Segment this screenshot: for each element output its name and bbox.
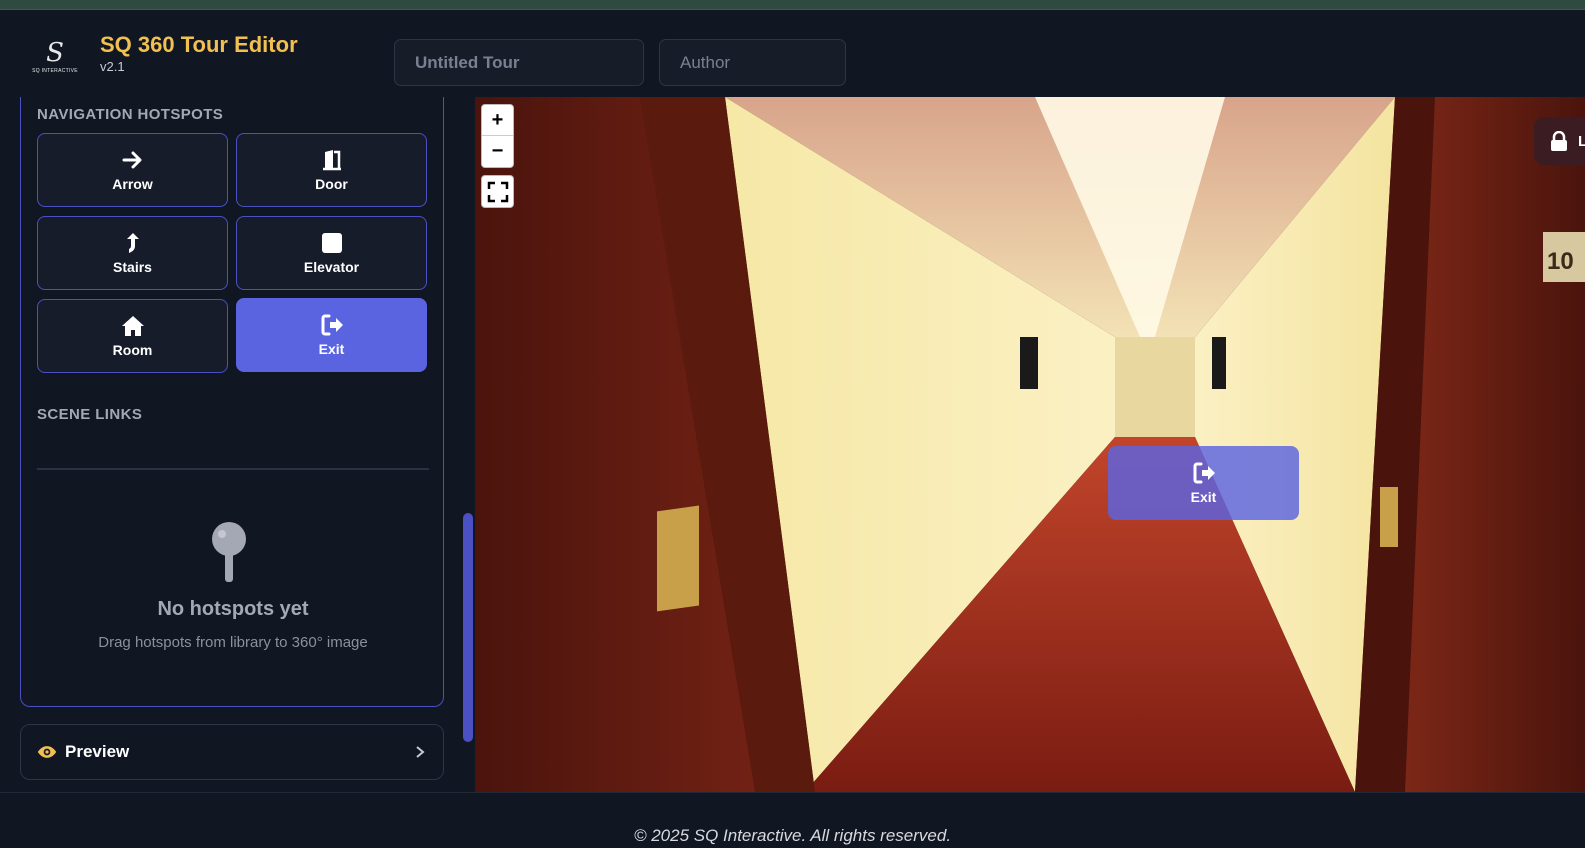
home-icon <box>121 316 144 336</box>
hotspot-stairs-label: Stairs <box>113 259 152 275</box>
lock-button[interactable]: L <box>1534 117 1585 165</box>
eye-icon <box>37 746 57 758</box>
fullscreen-icon <box>487 181 508 202</box>
hotspot-exit-label: Exit <box>318 341 345 357</box>
chevron-right-icon <box>416 746 425 758</box>
hotspot-room-button[interactable]: Room <box>37 299 228 373</box>
lock-icon <box>1551 131 1567 151</box>
app-version: v2.1 <box>100 59 125 74</box>
map-pin-icon <box>212 522 246 582</box>
hotspot-stairs-button[interactable]: Stairs <box>37 216 228 290</box>
header: S SQ INTERACTIVE SQ 360 Tour Editor v2.1 <box>0 10 1585 97</box>
hotspot-elevator-label: Elevator <box>303 259 360 275</box>
hotspot-arrow-label: Arrow <box>112 176 153 192</box>
app-logo: S SQ INTERACTIVE <box>32 38 78 74</box>
tour-title-input[interactable] <box>394 39 644 86</box>
hotspot-exit-button[interactable]: Exit <box>236 298 427 372</box>
zoom-in-button[interactable]: + <box>482 105 513 136</box>
preview-toggle[interactable]: Preview <box>20 724 444 780</box>
hotspot-elevator-button[interactable]: Elevator <box>236 216 427 290</box>
stairs-icon <box>126 233 139 253</box>
lock-label: L <box>1578 132 1585 150</box>
author-input[interactable] <box>659 39 846 86</box>
zoom-controls: + − <box>481 104 514 168</box>
copyright-text: © 2025 SQ Interactive. All rights reserv… <box>633 826 952 845</box>
door-icon <box>322 150 341 171</box>
hotspot-library-panel: NAVIGATION HOTSPOTS Arrow Door Stairs El… <box>20 97 444 707</box>
app-title: SQ 360 Tour Editor <box>100 32 298 57</box>
empty-state-title: No hotspots yet <box>157 598 309 620</box>
placed-exit-hotspot[interactable]: Exit <box>1108 446 1299 520</box>
sidebar-scrollbar-thumb[interactable] <box>463 513 473 742</box>
exit-icon <box>321 314 343 336</box>
exit-icon <box>1193 462 1215 484</box>
footer: © 2025 SQ Interactive. All rights reserv… <box>0 792 1585 848</box>
arrow-right-icon <box>122 151 141 169</box>
navigation-hotspots-heading: NAVIGATION HOTSPOTS <box>37 106 224 123</box>
hallway-panorama-image: 10 <box>475 97 1585 792</box>
zoom-out-button[interactable]: − <box>482 136 513 167</box>
empty-state-subtitle: Drag hotspots from library to 360° image <box>98 634 368 651</box>
elevator-icon <box>321 233 342 253</box>
hotspot-room-label: Room <box>112 342 153 358</box>
preview-label: Preview <box>65 742 130 761</box>
panorama-viewer[interactable]: 10 + − L Exit <box>475 97 1585 792</box>
fullscreen-button[interactable] <box>481 175 514 208</box>
room-number-plate: 10 <box>1547 248 1574 275</box>
top-accent-bar <box>0 0 1585 10</box>
scene-links-heading: SCENE LINKS <box>37 406 143 423</box>
placed-exit-hotspot-label: Exit <box>1190 489 1217 505</box>
hotspot-arrow-button[interactable]: Arrow <box>37 133 228 207</box>
hotspot-door-button[interactable]: Door <box>236 133 427 207</box>
hotspot-door-label: Door <box>315 176 348 192</box>
divider <box>37 468 429 470</box>
